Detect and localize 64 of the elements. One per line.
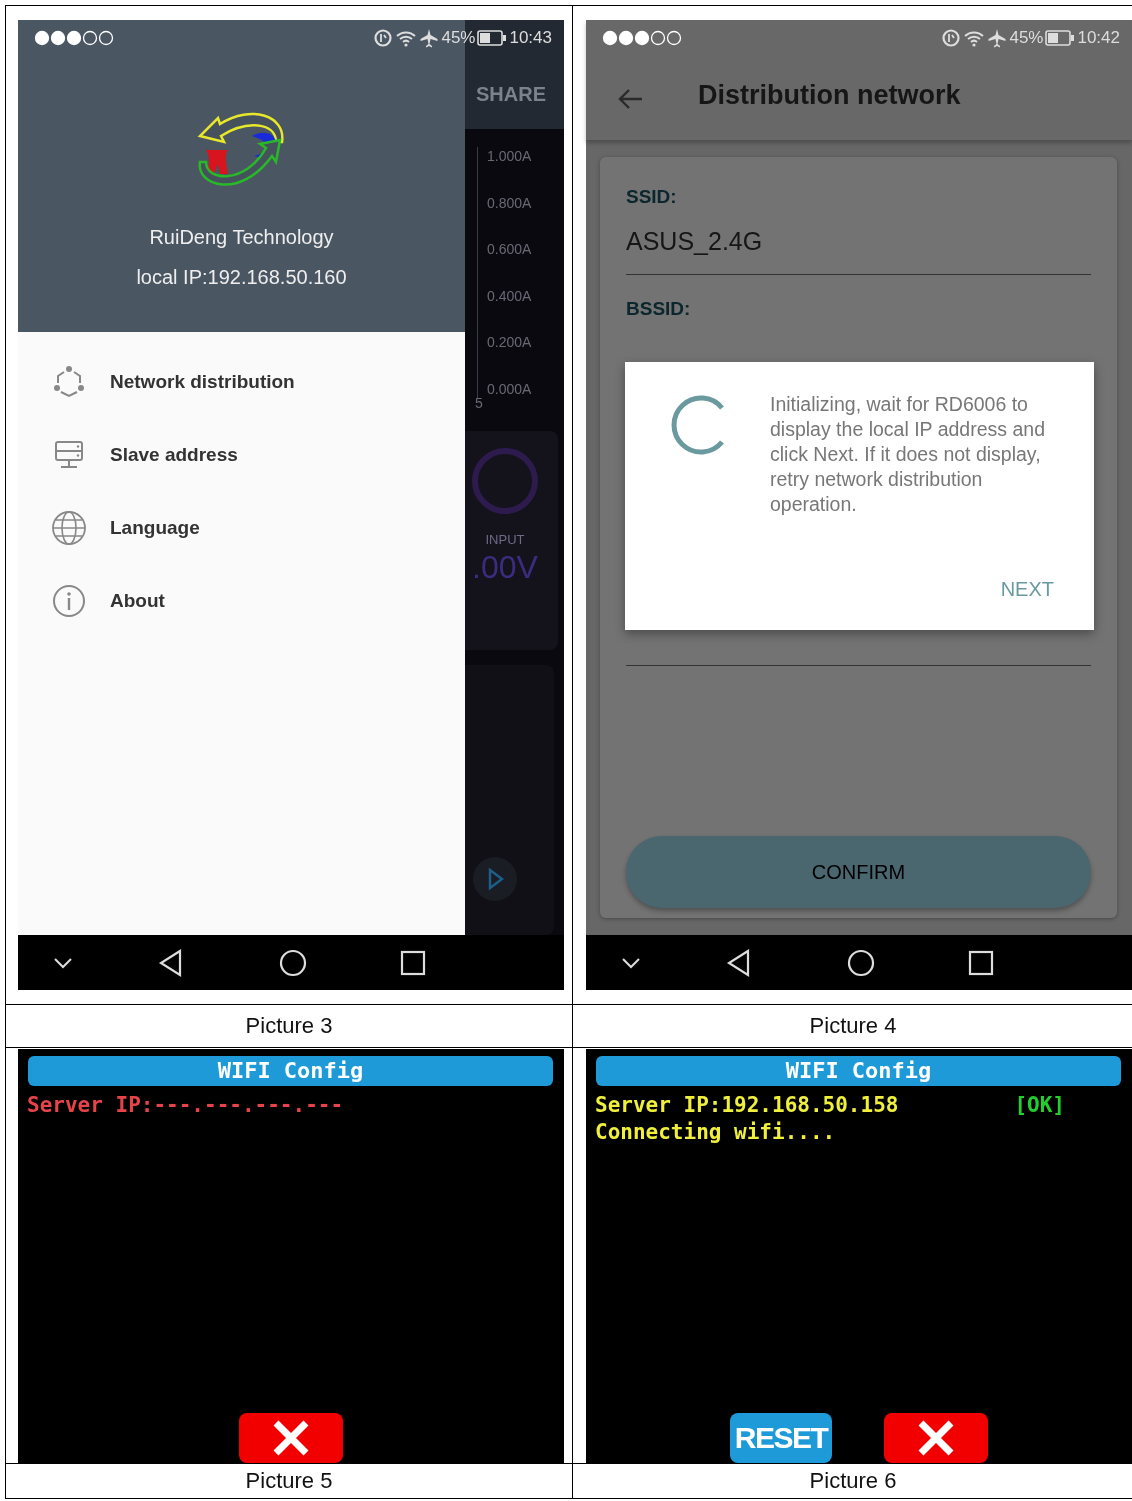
picture-caption: Picture 6 bbox=[809, 1468, 897, 1494]
airplane-icon bbox=[987, 28, 1008, 48]
picture-caption: Picture 5 bbox=[245, 1468, 333, 1494]
play-button-icon[interactable] bbox=[472, 856, 518, 902]
field-label: SSID: bbox=[626, 185, 678, 209]
menu-item[interactable]: About bbox=[18, 564, 465, 637]
data-saver-icon bbox=[373, 28, 394, 48]
next-button[interactable]: NEXT bbox=[1000, 578, 1054, 601]
ring-gauge-icon bbox=[470, 446, 540, 517]
signal-icon bbox=[34, 30, 116, 46]
clock-time: 10:42 bbox=[1077, 28, 1120, 48]
company-name: RuiDeng Technology bbox=[149, 226, 334, 249]
globe-icon bbox=[51, 509, 87, 546]
close-icon bbox=[271, 1420, 311, 1456]
confirm-button[interactable]: CONFIRM bbox=[626, 836, 1091, 908]
picture-caption: Picture 4 bbox=[809, 1013, 897, 1039]
info-icon bbox=[51, 582, 87, 619]
dialog-message: Initializing, wait for RD6006 to display the local IP address and click Next. If it does not display, retry network distribution operation. bbox=[770, 392, 1046, 517]
close-button[interactable] bbox=[239, 1413, 343, 1463]
data-saver-icon bbox=[941, 28, 962, 48]
axis-label: 0.600A bbox=[487, 240, 532, 259]
status-text: Server IP:---.---.---.--- bbox=[27, 1093, 344, 1117]
axis-label: 0.000A bbox=[487, 379, 532, 399]
battery-icon bbox=[1045, 29, 1076, 47]
status-text: Connecting wifi.... bbox=[595, 1120, 836, 1144]
back-arrow-icon[interactable] bbox=[616, 87, 644, 111]
recents-icon[interactable] bbox=[968, 949, 994, 976]
back-icon[interactable] bbox=[726, 948, 752, 977]
battery-percent: 45% bbox=[441, 28, 476, 48]
home-icon[interactable] bbox=[279, 948, 307, 977]
clock-time: 10:43 bbox=[509, 28, 552, 48]
field-value[interactable]: ASUS_2.4G bbox=[626, 209, 1091, 275]
signal-icon bbox=[602, 30, 684, 46]
picture-caption: Picture 3 bbox=[245, 1013, 333, 1039]
axis-label: 0.800A bbox=[487, 193, 532, 213]
ok-status: [OK] bbox=[1014, 1093, 1065, 1117]
menu-item[interactable]: Network distribution bbox=[18, 345, 465, 418]
close-icon bbox=[916, 1420, 956, 1456]
wifi-icon bbox=[395, 28, 418, 48]
airplane-icon bbox=[419, 28, 440, 48]
wifi-icon bbox=[963, 28, 986, 48]
share-button[interactable]: SHARE bbox=[476, 83, 546, 107]
ip-address: local IP:192.168.50.160 bbox=[136, 266, 347, 289]
home-icon[interactable] bbox=[847, 948, 875, 977]
axis-label: 1.000A bbox=[487, 147, 532, 166]
field-label: BSSID: bbox=[626, 297, 692, 321]
battery-icon bbox=[477, 29, 508, 47]
axis-label: 0.400A bbox=[487, 286, 532, 306]
reset-button[interactable]: RESET bbox=[730, 1413, 832, 1463]
gauge-value: .00V bbox=[472, 549, 538, 587]
axis-label: 5 bbox=[475, 395, 483, 412]
back-icon[interactable] bbox=[158, 948, 184, 977]
screen-title-bar: WIFI Config bbox=[596, 1056, 1121, 1086]
gauge-label: INPUT bbox=[485, 532, 525, 548]
axis-label: 0.200A bbox=[487, 333, 532, 352]
screen-title: Distribution network bbox=[698, 79, 961, 111]
recents-icon[interactable] bbox=[400, 949, 426, 976]
battery-percent: 45% bbox=[1009, 28, 1044, 48]
status-text: Server IP:192.168.50.158 bbox=[595, 1093, 899, 1117]
menu-item[interactable]: Language bbox=[18, 491, 465, 564]
close-button[interactable] bbox=[884, 1413, 988, 1463]
screen-title-bar: WIFI Config bbox=[28, 1056, 553, 1086]
menu-item[interactable]: Slave address bbox=[18, 418, 465, 491]
network-icon bbox=[51, 363, 87, 400]
